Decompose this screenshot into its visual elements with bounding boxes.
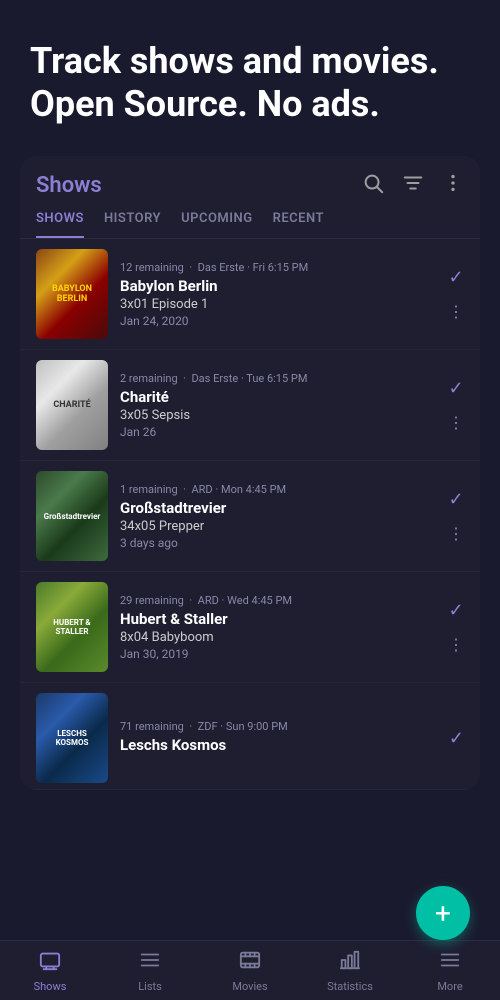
add-fab-button[interactable]: + xyxy=(416,886,470,940)
poster-image: CHARITÉ xyxy=(36,360,108,450)
show-poster: HUBERT & STALLER xyxy=(36,582,108,672)
nav-item-lists[interactable]: Lists xyxy=(100,949,200,993)
lists-nav-icon xyxy=(139,949,161,977)
show-meta: 71 remaining · ZDF · Sun 9:00 PM xyxy=(120,720,441,733)
item-overflow-icon[interactable]: ⋮ xyxy=(448,302,464,321)
show-poster: BABYLONBERLIN xyxy=(36,249,108,339)
app-card: Shows xyxy=(20,156,480,790)
show-item[interactable]: HUBERT & STALLER 29 remaining · ARD · We… xyxy=(20,572,480,683)
show-info: 1 remaining · ARD · Mon 4:45 PM Großstad… xyxy=(120,483,440,550)
show-name: Hubert & Staller xyxy=(120,610,440,628)
search-icon[interactable] xyxy=(362,172,384,199)
check-icon[interactable]: ✓ xyxy=(449,728,464,749)
card-header: Shows xyxy=(20,156,480,199)
show-info: 2 remaining · Das Erste · Tue 6:15 PM Ch… xyxy=(120,372,440,439)
header-icons xyxy=(362,172,464,199)
nav-label-shows: Shows xyxy=(34,980,67,993)
show-name: Babylon Berlin xyxy=(120,277,440,295)
tab-shows[interactable]: SHOWS xyxy=(36,211,84,238)
show-info: 12 remaining · Das Erste · Fri 6:15 PM B… xyxy=(120,261,440,328)
tab-recent[interactable]: RECENT xyxy=(273,211,324,238)
show-date: Jan 26 xyxy=(120,425,440,439)
nav-item-movies[interactable]: Movies xyxy=(200,949,300,993)
show-name: Charité xyxy=(120,388,440,406)
show-name: Großstadtrevier xyxy=(120,499,440,517)
poster-image: HUBERT & STALLER xyxy=(36,582,108,672)
show-meta: 12 remaining · Das Erste · Fri 6:15 PM xyxy=(120,261,440,274)
show-date: Jan 24, 2020 xyxy=(120,314,440,328)
nav-label-more: More xyxy=(437,980,462,993)
show-poster: CHARITÉ xyxy=(36,360,108,450)
hero-title: Track shows and movies. Open Source. No … xyxy=(30,40,470,126)
show-date: 3 days ago xyxy=(120,536,440,550)
tab-history[interactable]: HISTORY xyxy=(104,211,161,238)
overflow-menu-icon[interactable] xyxy=(442,172,464,199)
poster-image: BABYLONBERLIN xyxy=(36,249,108,339)
hero-section: Track shows and movies. Open Source. No … xyxy=(0,0,500,156)
show-actions: ✓ ⋮ xyxy=(448,267,464,321)
add-icon: + xyxy=(435,897,451,930)
shows-nav-icon xyxy=(39,949,61,977)
show-poster: Großstadt­revier xyxy=(36,471,108,561)
show-item[interactable]: BABYLONBERLIN 12 remaining · Das Erste ·… xyxy=(20,239,480,350)
poster-image: LESCHS KOSMOS xyxy=(36,693,108,783)
show-actions: ✓ ⋮ xyxy=(448,600,464,654)
item-overflow-icon[interactable]: ⋮ xyxy=(448,524,464,543)
tab-upcoming[interactable]: UPCOMING xyxy=(181,211,253,238)
check-icon[interactable]: ✓ xyxy=(448,489,463,510)
nav-item-shows[interactable]: Shows xyxy=(0,949,100,993)
show-item[interactable]: CHARITÉ 2 remaining · Das Erste · Tue 6:… xyxy=(20,350,480,461)
nav-label-lists: Lists xyxy=(138,980,162,993)
check-icon[interactable]: ✓ xyxy=(448,267,463,288)
poster-image: Großstadt­revier xyxy=(36,471,108,561)
statistics-nav-icon xyxy=(339,949,361,977)
show-meta: 1 remaining · ARD · Mon 4:45 PM xyxy=(120,483,440,496)
show-episode: 3x01 Episode 1 xyxy=(120,297,440,312)
show-info: 71 remaining · ZDF · Sun 9:00 PM Leschs … xyxy=(120,720,441,756)
bottom-nav: Shows Lists Movies xyxy=(0,940,500,1000)
show-meta: 2 remaining · Das Erste · Tue 6:15 PM xyxy=(120,372,440,385)
movies-nav-icon xyxy=(239,949,261,977)
check-icon[interactable]: ✓ xyxy=(448,378,463,399)
show-info: 29 remaining · ARD · Wed 4:45 PM Hubert … xyxy=(120,594,440,661)
show-meta: 29 remaining · ARD · Wed 4:45 PM xyxy=(120,594,440,607)
show-episode: 3x05 Sepsis xyxy=(120,408,440,423)
show-item[interactable]: Großstadt­revier 1 remaining · ARD · Mon… xyxy=(20,461,480,572)
show-actions: ✓ ⋮ xyxy=(448,489,464,543)
nav-item-more[interactable]: More xyxy=(400,949,500,993)
item-overflow-icon[interactable]: ⋮ xyxy=(448,413,464,432)
show-actions: ✓ ⋮ xyxy=(448,378,464,432)
more-nav-icon xyxy=(439,949,461,977)
show-name: Leschs Kosmos xyxy=(120,736,441,754)
card-title: Shows xyxy=(36,173,102,198)
show-episode: 8x04 Babyboom xyxy=(120,630,440,645)
show-list: BABYLONBERLIN 12 remaining · Das Erste ·… xyxy=(20,239,480,790)
show-poster: LESCHS KOSMOS xyxy=(36,693,108,783)
show-date: Jan 30, 2019 xyxy=(120,647,440,661)
filter-icon[interactable] xyxy=(402,172,424,199)
nav-label-movies: Movies xyxy=(232,980,267,993)
tab-bar: SHOWS HISTORY UPCOMING RECENT xyxy=(20,199,480,239)
check-icon[interactable]: ✓ xyxy=(448,600,463,621)
nav-item-statistics[interactable]: Statistics xyxy=(300,949,400,993)
show-actions: ✓ xyxy=(449,728,464,749)
nav-label-statistics: Statistics xyxy=(327,980,373,993)
show-episode: 34x05 Prepper xyxy=(120,519,440,534)
item-overflow-icon[interactable]: ⋮ xyxy=(448,635,464,654)
show-item[interactable]: LESCHS KOSMOS 71 remaining · ZDF · Sun 9… xyxy=(20,683,480,790)
